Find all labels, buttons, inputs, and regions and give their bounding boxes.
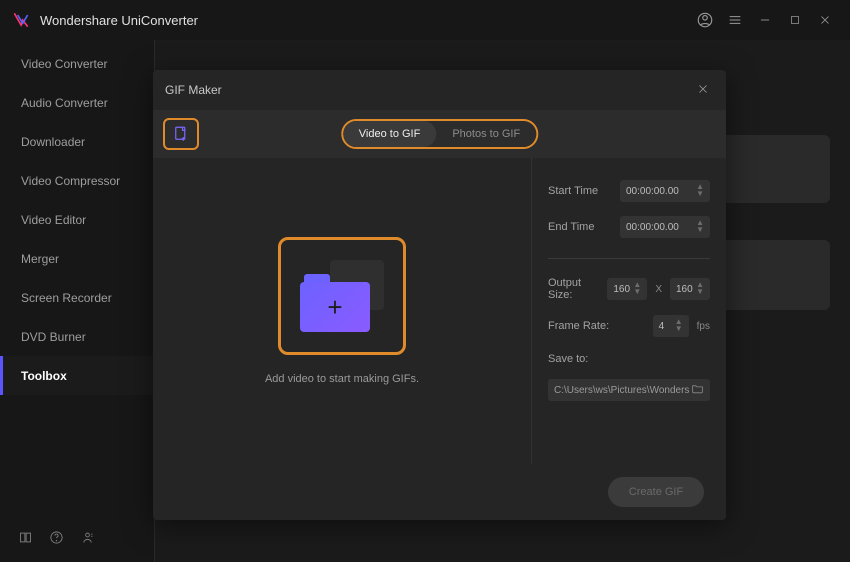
minimize-button[interactable] [750, 5, 780, 35]
settings-panel: Start Time 00:00:00.00 ▲▼ End Time 00:00… [531, 158, 726, 464]
label-output-size: Output Size: [548, 277, 599, 301]
sidebar-item-audio-converter[interactable]: Audio Converter [0, 83, 154, 122]
save-path-input[interactable]: C:\Users\ws\Pictures\Wonders [548, 379, 710, 401]
sidebar-item-video-converter[interactable]: Video Converter [0, 44, 154, 83]
menu-icon[interactable] [720, 5, 750, 35]
spinner-icon[interactable]: ▲▼ [696, 220, 704, 234]
sidebar-item-dvd-burner[interactable]: DVD Burner [0, 317, 154, 356]
sidebar-item-label: Video Converter [21, 57, 108, 71]
close-button[interactable] [810, 5, 840, 35]
drop-zone-panel: + Add video to start making GIFs. [153, 158, 531, 464]
add-file-icon[interactable] [163, 118, 199, 150]
app-title: Wondershare UniConverter [40, 13, 198, 28]
output-height-value: 160 [676, 284, 693, 295]
output-width-value: 160 [613, 284, 630, 295]
sidebar-item-label: Video Editor [21, 213, 86, 227]
spinner-icon[interactable]: ▲▼ [633, 282, 641, 296]
start-time-input[interactable]: 00:00:00.00 ▲▼ [620, 180, 710, 202]
end-time-input[interactable]: 00:00:00.00 ▲▼ [620, 216, 710, 238]
sidebar-item-label: Downloader [21, 135, 85, 149]
sidebar-item-merger[interactable]: Merger [0, 239, 154, 278]
dialog-toolbar: Video to GIF Photos to GIF [153, 110, 726, 158]
tab-video-to-gif[interactable]: Video to GIF [343, 121, 437, 147]
sidebar-item-label: Toolbox [21, 369, 67, 383]
sidebar-item-label: Audio Converter [21, 96, 108, 110]
fps-unit: fps [697, 321, 710, 332]
frame-rate-value: 4 [659, 321, 665, 332]
dialog-title: GIF Maker [165, 83, 222, 97]
help-icon[interactable] [49, 530, 64, 550]
label-frame-rate: Frame Rate: [548, 320, 645, 332]
create-gif-label: Create GIF [629, 486, 683, 498]
output-height-input[interactable]: 160 ▲▼ [670, 278, 710, 300]
spinner-icon[interactable]: ▲▼ [696, 282, 704, 296]
maximize-button[interactable] [780, 5, 810, 35]
browse-folder-icon[interactable] [691, 382, 704, 398]
label-save-to: Save to: [548, 353, 710, 365]
tab-photos-to-gif[interactable]: Photos to GIF [436, 121, 536, 147]
contact-icon[interactable] [80, 530, 95, 550]
label-end-time: End Time [548, 221, 612, 233]
drop-caption: Add video to start making GIFs. [265, 373, 419, 385]
sidebar: Video Converter Audio Converter Download… [0, 40, 155, 562]
create-gif-button[interactable]: Create GIF [608, 477, 704, 507]
gif-maker-dialog: GIF Maker Video to GIF Photos to GIF + [153, 70, 726, 520]
sidebar-item-toolbox[interactable]: Toolbox [0, 356, 154, 395]
spinner-icon[interactable]: ▲▼ [696, 184, 704, 198]
account-icon[interactable] [690, 5, 720, 35]
tab-label: Photos to GIF [452, 128, 520, 140]
save-path-value: C:\Users\ws\Pictures\Wonders [554, 385, 691, 396]
divider [548, 258, 710, 259]
dialog-close-button[interactable] [692, 78, 714, 103]
output-width-input[interactable]: 160 ▲▼ [607, 278, 647, 300]
folder-plus-icon: + [300, 260, 384, 332]
titlebar: Wondershare UniConverter [0, 0, 850, 40]
sidebar-item-label: DVD Burner [21, 330, 86, 344]
manual-icon[interactable] [18, 530, 33, 550]
label-start-time: Start Time [548, 185, 612, 197]
end-time-value: 00:00:00.00 [626, 222, 679, 233]
sidebar-item-label: Video Compressor [21, 174, 120, 188]
sidebar-item-video-editor[interactable]: Video Editor [0, 200, 154, 239]
start-time-value: 00:00:00.00 [626, 186, 679, 197]
size-separator: X [655, 284, 662, 295]
tab-label: Video to GIF [359, 128, 421, 140]
source-type-tabs: Video to GIF Photos to GIF [341, 119, 538, 149]
sidebar-item-downloader[interactable]: Downloader [0, 122, 154, 161]
sidebar-item-video-compressor[interactable]: Video Compressor [0, 161, 154, 200]
frame-rate-input[interactable]: 4 ▲▼ [653, 315, 689, 337]
sidebar-item-label: Screen Recorder [21, 291, 112, 305]
sidebar-item-label: Merger [21, 252, 59, 266]
add-video-dropzone[interactable]: + [278, 237, 406, 355]
app-logo [10, 9, 32, 31]
spinner-icon[interactable]: ▲▼ [675, 319, 683, 333]
sidebar-item-screen-recorder[interactable]: Screen Recorder [0, 278, 154, 317]
sidebar-footer [0, 518, 154, 562]
